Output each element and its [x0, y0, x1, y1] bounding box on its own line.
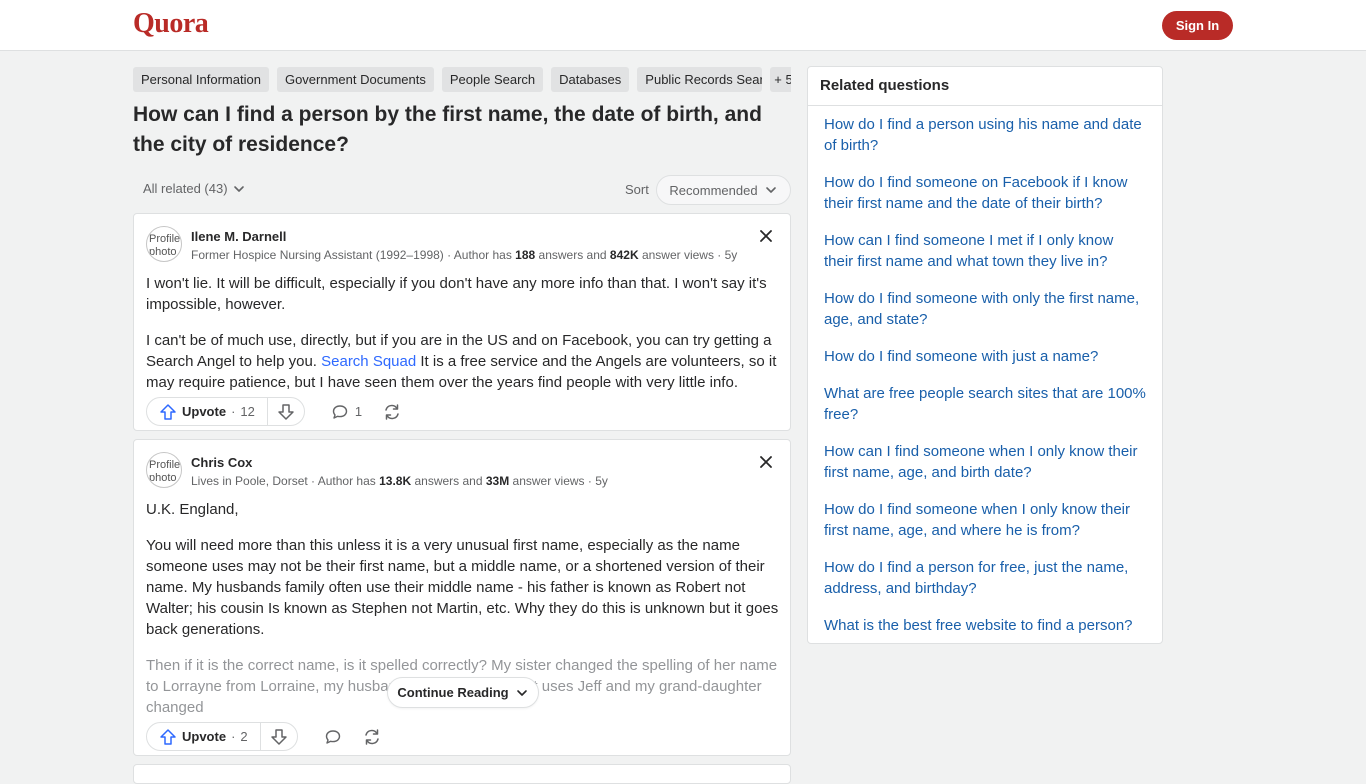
cred-prefix: Lives in Poole, Dorset · Author has	[191, 474, 380, 488]
answer-card-partial	[133, 764, 791, 784]
related-questions-list: How do I find a person using his name an…	[808, 106, 1162, 636]
sort-dropdown[interactable]: Recommended	[656, 175, 791, 205]
vote-group: Upvote · 12	[146, 397, 305, 426]
related-question-link[interactable]: How do I find someone on Facebook if I k…	[824, 172, 1146, 214]
upvote-count: 2	[240, 729, 248, 744]
share-button[interactable]	[354, 722, 390, 751]
related-question-link[interactable]: How do I find someone with only the firs…	[824, 288, 1146, 330]
answer-body: I won't lie. It will be difficult, espec…	[146, 273, 780, 408]
upvote-separator: ·	[231, 729, 236, 744]
answer-actions: Upvote · 12 1	[146, 397, 410, 426]
quora-logo[interactable]: Quora	[133, 8, 209, 40]
close-icon[interactable]	[758, 454, 774, 470]
chevron-down-icon	[765, 187, 776, 193]
avatar-alt-text: Profile photo for Chris Cox	[149, 459, 181, 487]
answer-card: Profile photo for Ilene M. Darnell Ilene…	[133, 213, 791, 431]
vote-group: Upvote · 2	[146, 722, 298, 751]
answer-paragraph: I can't be of much use, directly, but if…	[146, 330, 780, 393]
views-count: 33M	[485, 474, 510, 488]
sort-value: Recommended	[669, 182, 758, 198]
chevron-down-icon	[516, 689, 527, 696]
author-credential: Lives in Poole, Dorset · Author has 13.8…	[191, 474, 608, 488]
related-questions-title: Related questions	[808, 67, 1162, 106]
author-name[interactable]: Ilene M. Darnell	[191, 229, 286, 244]
downvote-arrow-icon	[278, 403, 294, 420]
views-count: 842K	[609, 248, 639, 262]
search-squad-link[interactable]: Search Squad	[321, 353, 416, 370]
related-question-link[interactable]: How do I find a person using his name an…	[824, 114, 1146, 156]
related-question-link[interactable]: What is the best free website to find a …	[824, 615, 1146, 636]
close-icon[interactable]	[758, 228, 774, 244]
related-question-link[interactable]: What are free people search sites that a…	[824, 383, 1146, 425]
upvote-button[interactable]: Upvote · 12	[147, 398, 268, 425]
all-related-filter[interactable]: All related (43)	[143, 181, 246, 196]
related-question-link[interactable]: How can I find someone I met if I only k…	[824, 230, 1146, 272]
cred-suffix: answer views · 5y	[638, 248, 738, 262]
upvote-button[interactable]: Upvote · 2	[147, 723, 261, 750]
question-title: How can I find a person by the first nam…	[133, 103, 762, 156]
continue-reading-label: Continue Reading	[397, 685, 509, 700]
related-question-link[interactable]: How do I find someone when I only know t…	[824, 499, 1146, 541]
avatar[interactable]: Profile photo for Chris Cox	[146, 452, 182, 488]
author-credential: Former Hospice Nursing Assistant (1992–1…	[191, 248, 737, 262]
share-button[interactable]	[374, 397, 410, 426]
topic-chip[interactable]: Public Records Search	[637, 67, 763, 92]
topic-chip[interactable]: People Search	[441, 67, 544, 92]
cred-mid: answers and	[535, 248, 610, 262]
chevron-down-icon	[233, 185, 244, 192]
upvote-separator: ·	[231, 404, 236, 419]
related-question-link[interactable]: How do I find a person for free, just th…	[824, 557, 1146, 599]
answer-actions: Upvote · 2	[146, 722, 390, 751]
answer-paragraph: I won't lie. It will be difficult, espec…	[146, 275, 767, 313]
cred-suffix: answer views · 5y	[509, 474, 608, 488]
related-questions-panel: Related questions How do I find a person…	[807, 66, 1163, 644]
answer-paragraph: U.K. England,	[146, 501, 239, 518]
sign-in-button[interactable]: Sign In	[1162, 11, 1233, 40]
cred-prefix: Former Hospice Nursing Assistant (1992–1…	[191, 248, 516, 262]
top-header: Quora Sign In	[0, 0, 1366, 51]
comment-button[interactable]	[316, 722, 350, 751]
related-question-link[interactable]: How can I find someone when I only know …	[824, 441, 1146, 483]
related-question-link[interactable]: How do I find someone with just a name?	[824, 346, 1146, 367]
answers-count: 188	[515, 248, 536, 262]
reshare-icon	[385, 403, 399, 420]
upvote-label: Upvote	[182, 404, 227, 419]
topic-chip[interactable]: Government Documents	[276, 67, 434, 92]
answer-card: Profile photo for Chris Cox Chris Cox Li…	[133, 439, 791, 756]
topic-chips: Personal Information Government Document…	[133, 67, 791, 92]
reshare-icon	[364, 728, 379, 745]
topic-chip[interactable]: Personal Information	[133, 67, 269, 92]
answer-paragraph: You will need more than this unless it i…	[146, 537, 779, 638]
upvote-label: Upvote	[182, 729, 227, 744]
comment-count: 1	[354, 404, 363, 419]
downvote-arrow-icon	[270, 728, 287, 745]
downvote-button[interactable]	[261, 723, 297, 750]
avatar[interactable]: Profile photo for Ilene M. Darnell	[146, 226, 182, 262]
avatar-alt-text: Profile photo for Ilene M. Darnell	[149, 233, 181, 261]
comment-button[interactable]: 1	[323, 397, 370, 426]
comment-icon	[325, 729, 340, 744]
upvote-count: 12	[240, 404, 255, 419]
cred-mid: answers and	[411, 474, 486, 488]
downvote-button[interactable]	[268, 398, 304, 425]
answers-count: 13.8K	[379, 474, 412, 488]
continue-reading-button[interactable]: Continue Reading	[387, 677, 539, 708]
comment-icon	[332, 404, 348, 419]
upvote-arrow-icon	[160, 728, 176, 745]
topic-chip[interactable]: Databases	[551, 67, 630, 92]
all-related-label: All related (43)	[143, 181, 228, 196]
author-name[interactable]: Chris Cox	[191, 455, 252, 470]
sort-label: Sort	[625, 182, 649, 197]
more-topics-chip[interactable]: + 5	[770, 67, 791, 92]
upvote-arrow-icon	[160, 403, 176, 420]
